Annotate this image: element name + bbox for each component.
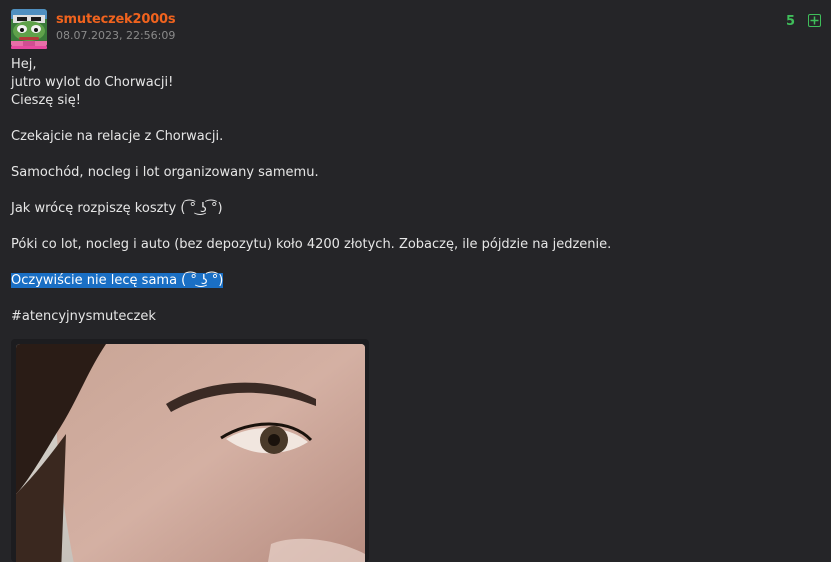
avatar[interactable] bbox=[11, 9, 47, 47]
face-photo-image bbox=[16, 344, 365, 562]
paragraph: Czekajcie na relacje z Chorwacji. bbox=[11, 128, 791, 146]
plus-icon bbox=[810, 16, 819, 25]
paragraph: Oczywiście nie lecę sama ( ͡° ͜ʖ ͡°) bbox=[11, 272, 791, 290]
entry-post: smuteczek2000s 08.07.2023, 22:56:09 5 He… bbox=[0, 0, 831, 562]
text-line: Samochód, nocleg i lot organizowany same… bbox=[11, 165, 319, 180]
text-line: Czekajcie na relacje z Chorwacji. bbox=[11, 129, 224, 144]
embed-container bbox=[11, 339, 369, 562]
paragraph: Póki co lot, nocleg i auto (bez depozytu… bbox=[11, 236, 791, 254]
text-line: Hej, bbox=[11, 57, 37, 72]
paragraph: #atencyjnysmuteczek bbox=[11, 308, 791, 326]
hashtag-link[interactable]: #atencyjnysmuteczek bbox=[11, 309, 156, 324]
text-line: Jak wrócę rozpiszę koszty ( ͡° ͜ʖ ͡°) bbox=[11, 201, 223, 216]
paragraph: Samochód, nocleg i lot organizowany same… bbox=[11, 164, 791, 182]
vote-count: 5 bbox=[785, 14, 795, 29]
paragraph: Jak wrócę rozpiszę koszty ( ͡° ͜ʖ ͡°) bbox=[11, 200, 791, 218]
paragraph-greeting: Hej, jutro wylot do Chorwacji! Cieszę si… bbox=[11, 56, 791, 110]
post-body: Hej, jutro wylot do Chorwacji! Cieszę si… bbox=[11, 56, 791, 344]
selected-text: Oczywiście nie lecę sama ( ͡° ͜ʖ ͡°) bbox=[11, 273, 224, 288]
username-link[interactable]: smuteczek2000s bbox=[56, 12, 176, 27]
post-timestamp[interactable]: 08.07.2023, 22:56:09 bbox=[56, 29, 175, 42]
pepe-frog-avatar-icon bbox=[11, 9, 47, 47]
text-line: jutro wylot do Chorwacji! bbox=[11, 75, 174, 90]
text-line: Cieszę się! bbox=[11, 93, 82, 108]
plus-button[interactable] bbox=[808, 14, 821, 27]
text-line: Póki co lot, nocleg i auto (bez depozytu… bbox=[11, 237, 612, 252]
embed-photo[interactable] bbox=[16, 344, 365, 562]
avatar-sex-bar bbox=[11, 46, 47, 49]
